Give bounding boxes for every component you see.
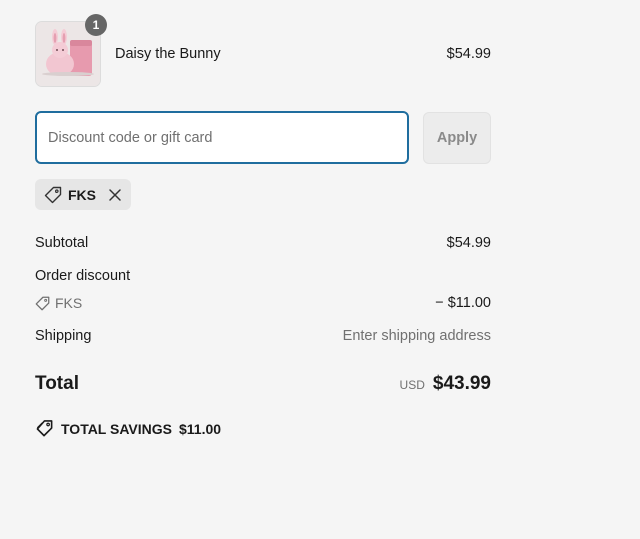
total-savings-value: $11.00 <box>178 420 222 437</box>
discount-value: − $11.00 <box>435 295 491 311</box>
tag-icon <box>44 186 62 203</box>
shipping-row: Shipping Enter shipping address <box>35 328 491 344</box>
applied-code-label: FKS <box>68 186 96 203</box>
remove-discount-close-icon[interactable] <box>108 188 122 202</box>
total-row: Total USD $43.99 <box>35 373 491 395</box>
product-price: $54.99 <box>446 46 491 62</box>
quantity-badge: 1 <box>85 14 107 36</box>
shipping-value: Enter shipping address <box>342 328 491 344</box>
savings-tag-icon <box>36 420 53 437</box>
discount-code-name: FKS <box>55 295 83 311</box>
shipping-label: Shipping <box>35 328 92 344</box>
subtotal-value: $54.99 <box>446 235 491 251</box>
line-item: 1 Daisy the Bunny $54.99 <box>35 14 491 87</box>
discount-code-input[interactable] <box>35 111 409 164</box>
apply-button[interactable]: Apply <box>423 112 491 164</box>
total-savings: TOTAL SAVINGS $11.00 <box>35 419 221 438</box>
total-savings-label: TOTAL SAVINGS <box>61 420 172 437</box>
discount-code-detail: FKS <box>35 295 491 311</box>
product-name: Daisy the Bunny <box>115 46 221 62</box>
discount-code-row: FKS − $11.00 <box>35 295 491 311</box>
order-summary: 1 Daisy the Bunny $54.99 Apply FKS Subto… <box>35 14 491 437</box>
applied-discount-chip: FKS <box>35 179 131 210</box>
total-value-group: USD $43.99 <box>400 373 491 395</box>
order-discount-row: Order discount <box>35 268 491 284</box>
subtotal-row: Subtotal $54.99 <box>35 235 491 251</box>
total-label: Total <box>35 373 79 394</box>
currency-code: USD <box>399 378 425 392</box>
discount-form: Apply <box>35 111 491 165</box>
subtotal-label: Subtotal <box>35 235 89 251</box>
total-value: $43.99 <box>432 373 491 394</box>
order-discount-label: Order discount <box>35 268 131 284</box>
tag-icon <box>35 296 50 310</box>
